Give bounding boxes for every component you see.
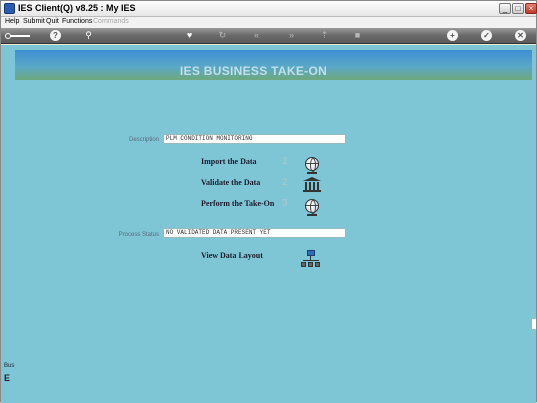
globe-icon[interactable]: [305, 199, 319, 214]
app-window: IES Client(Q) v8.25 : My IES _ □ × Help …: [0, 0, 537, 403]
confirm-icon[interactable]: ✓: [481, 30, 492, 41]
scroll-tab[interactable]: [532, 319, 536, 329]
key-shaft-icon: [10, 35, 30, 37]
help-icon[interactable]: ?: [50, 30, 61, 41]
sidebar-mark-bottom: E: [4, 373, 11, 383]
add-icon[interactable]: +: [447, 30, 458, 41]
process-status-label: Process Status: [118, 232, 159, 238]
step-number-1: 1: [282, 156, 288, 167]
step-number-2: 2: [282, 177, 288, 188]
import-data-link[interactable]: Import the Data: [201, 157, 257, 166]
globe-base-icon: [307, 172, 317, 174]
step-number-3: 3: [282, 198, 288, 209]
page-title: IES BUSINESS TAKE-ON: [179, 64, 328, 78]
close-window-button[interactable]: ×: [525, 3, 537, 14]
menu-bar: Help Submit Quit Functions Commands: [1, 17, 536, 28]
maximize-button[interactable]: □: [512, 3, 524, 14]
globe-icon[interactable]: [305, 157, 319, 172]
description-field[interactable]: PLM CONDITION MONITORING: [163, 134, 346, 144]
page-banner: IES BUSINESS TAKE-ON: [15, 50, 532, 80]
description-label: Description: [128, 137, 159, 143]
globe-base-icon: [307, 214, 317, 216]
menu-quit[interactable]: Quit: [46, 18, 59, 25]
heart-icon[interactable]: ♥: [184, 30, 195, 41]
close-icon[interactable]: ✕: [515, 30, 526, 41]
window-title: IES Client(Q) v8.25 : My IES: [18, 3, 136, 13]
refresh-icon[interactable]: ↻: [217, 30, 228, 41]
toolbar: ? ⚲ ♥ ↻ « » ⇡ ■ + ✓ ✕: [1, 28, 536, 44]
left-strip: [1, 45, 15, 381]
bank-icon[interactable]: [303, 177, 321, 193]
minimize-button[interactable]: _: [499, 3, 511, 14]
main-content: IES BUSINESS TAKE-ON Description PLM CON…: [1, 45, 536, 403]
title-bar: IES Client(Q) v8.25 : My IES _ □ ×: [1, 1, 537, 17]
sidebar-mark-top: Bus: [4, 363, 15, 369]
validate-data-link[interactable]: Validate the Data: [201, 178, 260, 187]
rewind-icon[interactable]: «: [251, 30, 262, 41]
search-icon[interactable]: ⚲: [83, 30, 94, 41]
menu-submit[interactable]: Submit: [23, 18, 45, 25]
fast-forward-icon[interactable]: »: [286, 30, 297, 41]
app-icon: [4, 3, 15, 14]
view-data-layout-link[interactable]: View Data Layout: [201, 251, 263, 260]
perform-take-on-link[interactable]: Perform the Take-On: [201, 199, 274, 208]
stop-icon[interactable]: ■: [352, 30, 363, 41]
menu-commands: Commands: [93, 18, 129, 25]
menu-help[interactable]: Help: [5, 18, 19, 25]
layout-icon[interactable]: [301, 250, 321, 268]
menu-functions[interactable]: Functions: [62, 18, 92, 25]
process-status-field: NO VALIDATED DATA PRESENT YET: [163, 228, 346, 238]
upload-icon[interactable]: ⇡: [319, 30, 330, 41]
